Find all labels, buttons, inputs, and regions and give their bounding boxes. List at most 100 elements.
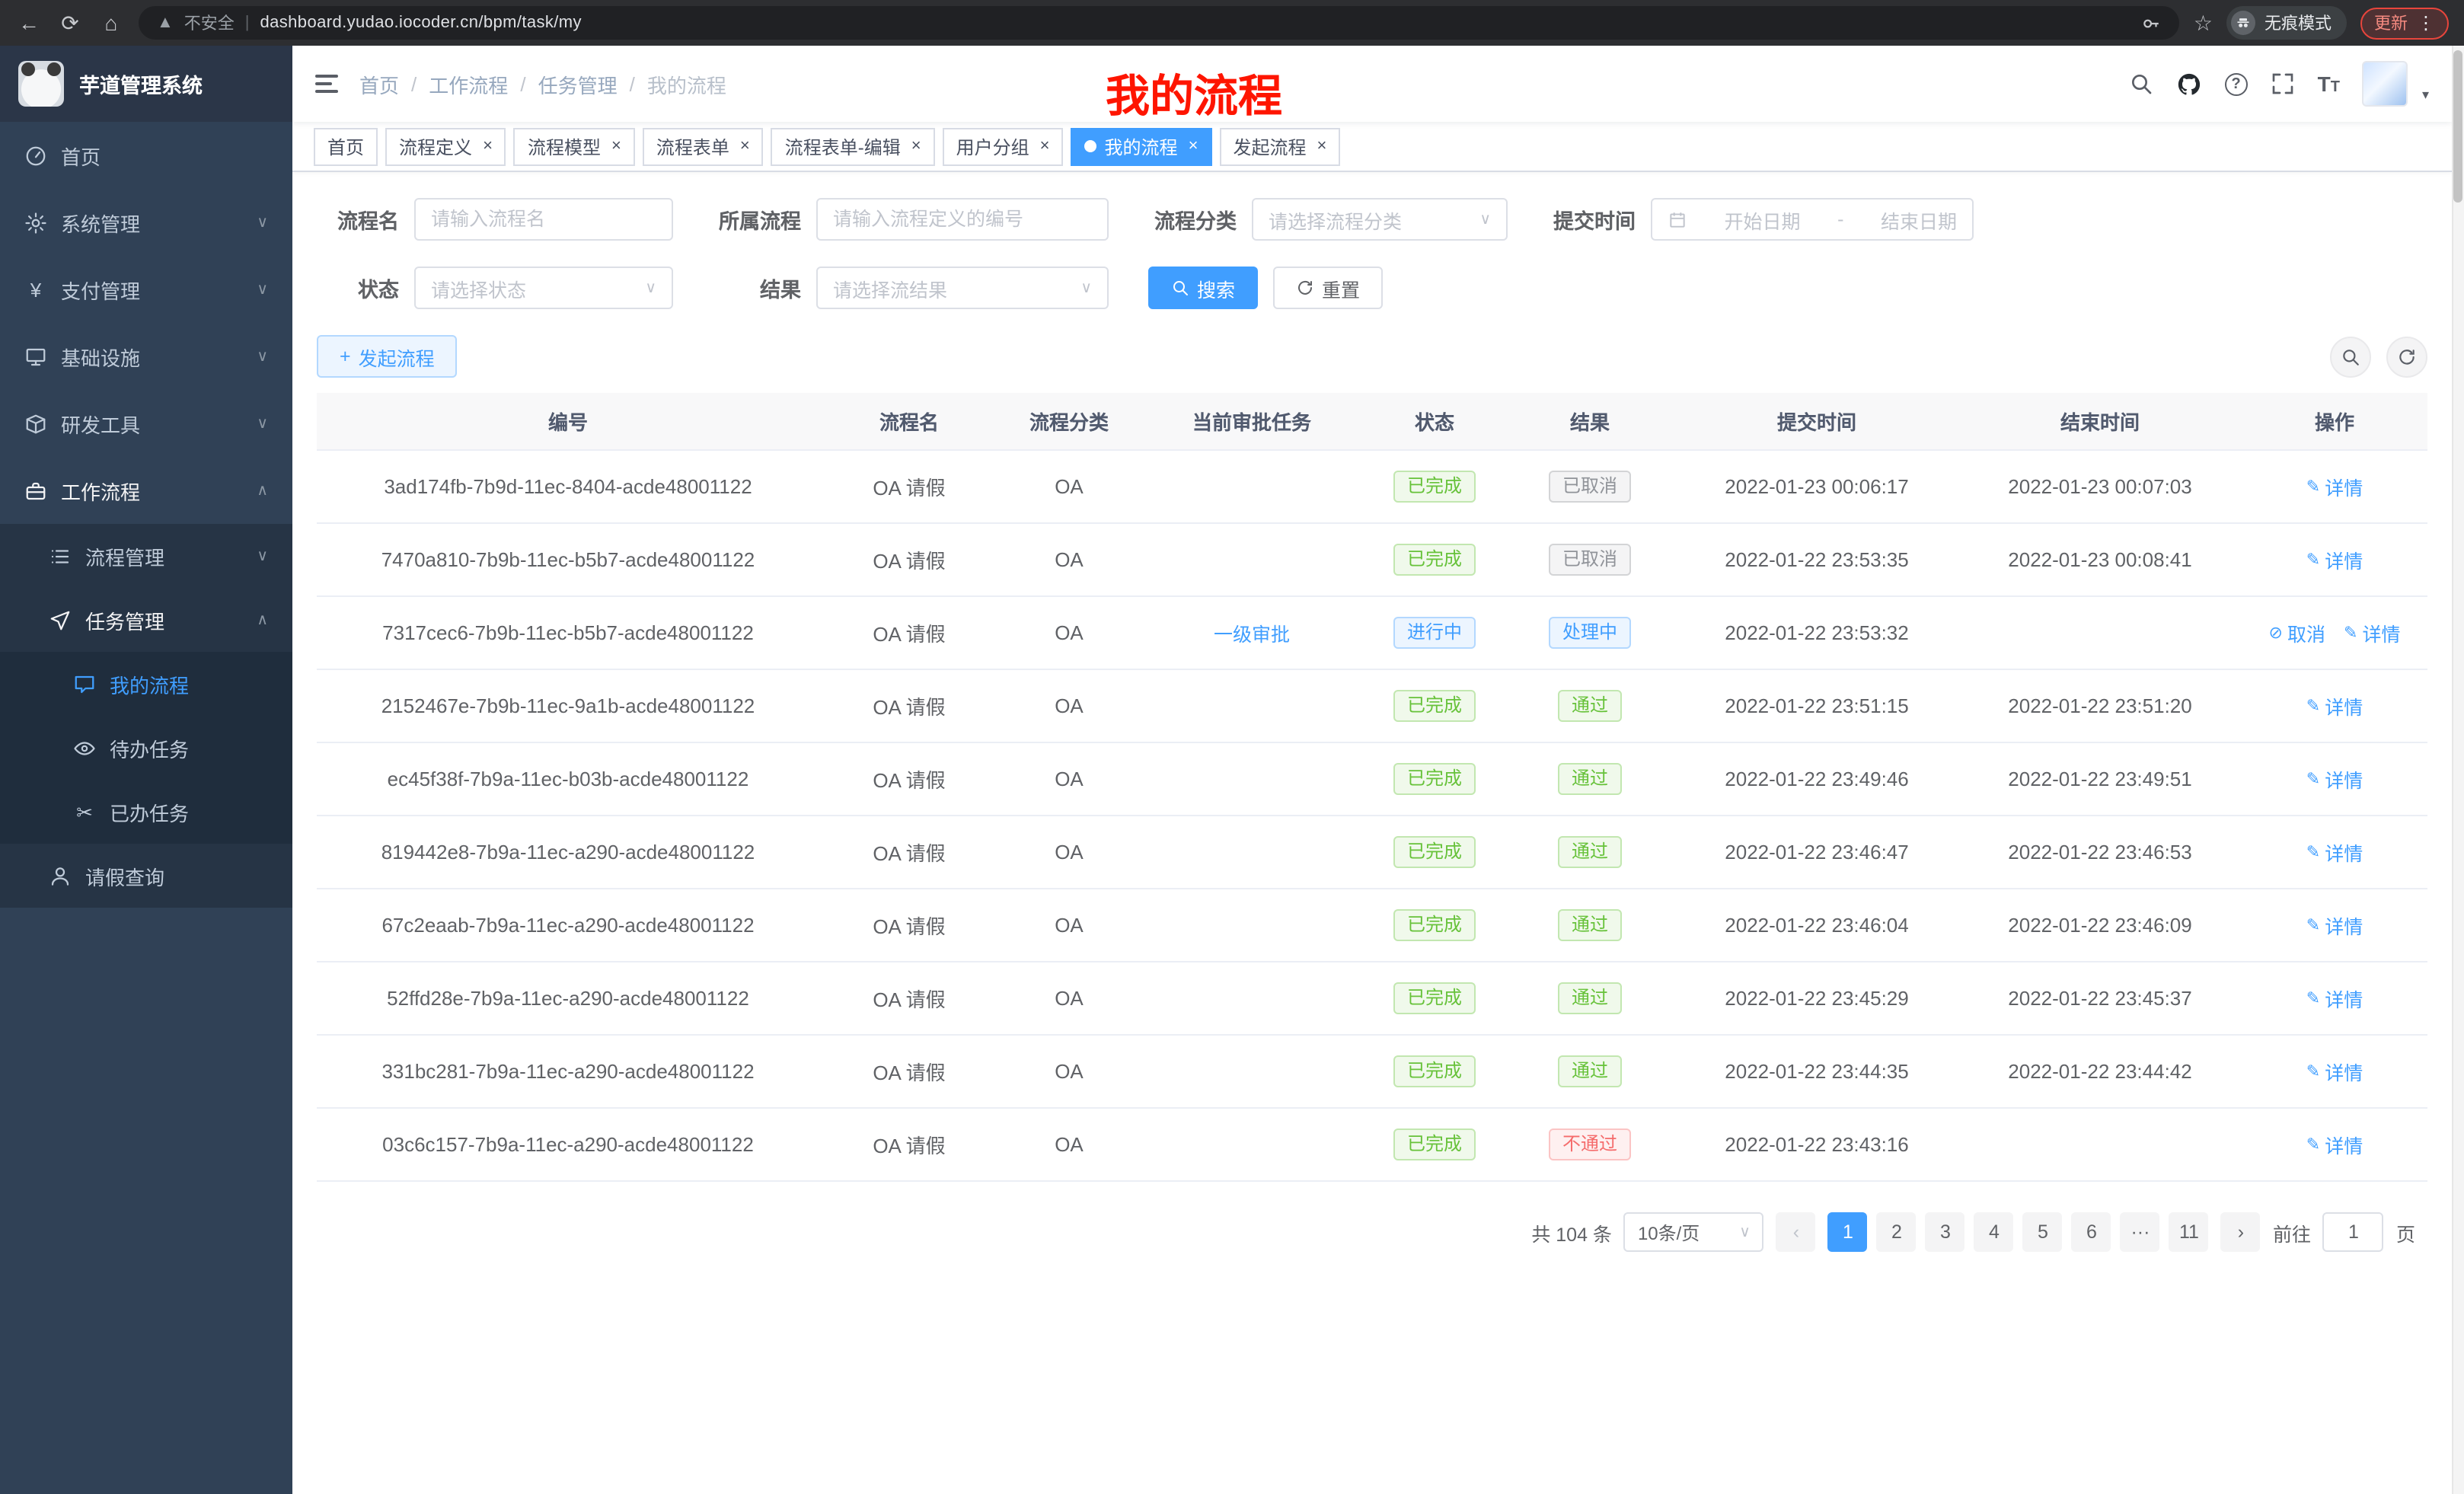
sidebar-item-home[interactable]: 首页 — [0, 122, 292, 189]
detail-action-link[interactable]: ✎详情 — [2306, 1057, 2363, 1086]
cell-category: OA — [999, 475, 1139, 498]
cell-status: 已完成 — [1364, 1128, 1505, 1160]
tab-home[interactable]: 首页 — [314, 127, 378, 165]
hamburger-icon[interactable] — [315, 75, 338, 93]
table-row[interactable]: 7317cec6-7b9b-11ec-b5b7-acde48001122 OA … — [317, 597, 2427, 670]
browser-update-button[interactable]: 更新 ⋮ — [2360, 7, 2449, 39]
app-logo[interactable]: 芋道管理系统 — [0, 46, 292, 122]
current-task-link[interactable]: 一级审批 — [1214, 624, 1290, 646]
close-icon[interactable]: × — [1040, 137, 1050, 155]
table-row[interactable]: 52ffd28e-7b9a-11ec-a290-acde48001122 OA … — [317, 962, 2427, 1036]
category-select[interactable]: 请选择流程分类 ∨ — [1252, 198, 1508, 241]
close-icon[interactable]: × — [740, 137, 750, 155]
table-row[interactable]: 2152467e-7b9b-11ec-9a1b-acde48001122 OA … — [317, 670, 2427, 743]
table-row[interactable]: ec45f38f-7b9a-11ec-b03b-acde48001122 OA … — [317, 743, 2427, 816]
sidebar-item-infra[interactable]: 基础设施 ∨ — [0, 323, 292, 390]
key-icon[interactable] — [2142, 13, 2162, 33]
table-row[interactable]: 819442e8-7b9a-11ec-a290-acde48001122 OA … — [317, 816, 2427, 889]
reset-button[interactable]: 重置 — [1273, 267, 1383, 309]
browser-refresh-icon[interactable]: ⟳ — [56, 9, 84, 37]
detail-action-link[interactable]: ✎详情 — [2344, 618, 2400, 647]
pagination-page-1[interactable]: 1 — [1828, 1212, 1868, 1252]
tab-process-model[interactable]: 流程模型× — [514, 127, 635, 165]
goto-page-input[interactable] — [2323, 1212, 2384, 1252]
help-icon[interactable]: ? — [2225, 72, 2248, 95]
bookmark-star-icon[interactable]: ☆ — [2194, 10, 2213, 36]
browser-menu-icon[interactable]: ⋮ — [2417, 12, 2435, 34]
sidebar-item-leave-query[interactable]: 请假查询 — [0, 844, 292, 908]
user-icon — [49, 864, 72, 887]
process-def-field[interactable] — [816, 198, 1109, 241]
toggle-search-button[interactable] — [2330, 336, 2371, 377]
sidebar-item-system[interactable]: 系统管理 ∨ — [0, 189, 292, 256]
sidebar-item-payment[interactable]: ¥ 支付管理 ∨ — [0, 256, 292, 323]
pagination-page-4[interactable]: 4 — [1974, 1212, 2014, 1252]
date-range-picker[interactable]: 开始日期 - 结束日期 — [1651, 198, 1974, 241]
detail-action-link[interactable]: ✎详情 — [2306, 691, 2363, 720]
scrollbar[interactable] — [2452, 46, 2464, 1494]
detail-action-link[interactable]: ✎详情 — [2306, 545, 2363, 574]
close-icon[interactable]: × — [483, 137, 493, 155]
pagination-page-11[interactable]: 11 — [2169, 1212, 2209, 1252]
incognito-badge[interactable]: 无痕模式 — [2226, 6, 2347, 40]
detail-action-link[interactable]: ✎详情 — [2306, 911, 2363, 940]
pagination-next-button[interactable]: › — [2221, 1212, 2261, 1252]
pagination-page-3[interactable]: 3 — [1926, 1212, 1965, 1252]
refresh-table-button[interactable] — [2386, 336, 2427, 377]
tab-process-form-edit[interactable]: 流程表单-编辑× — [771, 127, 935, 165]
detail-action-link[interactable]: ✎详情 — [2306, 984, 2363, 1013]
detail-action-link[interactable]: ✎详情 — [2306, 472, 2363, 501]
sidebar-item-todo-tasks[interactable]: 待办任务 — [0, 716, 292, 780]
table-row[interactable]: 67c2eaab-7b9a-11ec-a290-acde48001122 OA … — [317, 889, 2427, 962]
sidebar-item-workflow[interactable]: 工作流程 ∧ — [0, 457, 292, 524]
close-icon[interactable]: × — [1317, 137, 1326, 155]
close-icon[interactable]: × — [911, 137, 921, 155]
sidebar-item-done-tasks[interactable]: ✂ 已办任务 — [0, 780, 292, 844]
start-process-button[interactable]: + 发起流程 — [317, 335, 458, 378]
browser-home-icon[interactable]: ⌂ — [97, 9, 125, 37]
font-size-icon[interactable]: TT — [2318, 72, 2340, 96]
pagination-page-2[interactable]: 2 — [1877, 1212, 1917, 1252]
avatar[interactable] — [2363, 61, 2408, 107]
fullscreen-icon[interactable] — [2271, 72, 2295, 96]
detail-action-link[interactable]: ✎详情 — [2306, 1130, 2363, 1159]
sidebar-item-my-process[interactable]: 我的流程 — [0, 652, 292, 716]
search-icon[interactable] — [2129, 72, 2153, 96]
scrollbar-thumb[interactable] — [2453, 50, 2462, 203]
table-row[interactable]: 7470a810-7b9b-11ec-b5b7-acde48001122 OA … — [317, 524, 2427, 597]
sidebar-item-devtools[interactable]: 研发工具 ∨ — [0, 390, 292, 457]
breadcrumb-workflow[interactable]: 工作流程 — [429, 69, 508, 98]
breadcrumb-home[interactable]: 首页 — [359, 69, 399, 98]
result-select[interactable]: 请选择流结果 ∨ — [816, 267, 1109, 309]
process-name-input[interactable] — [431, 209, 656, 230]
sidebar-item-task-mgmt[interactable]: 任务管理 ∧ — [0, 588, 292, 652]
table-row[interactable]: 331bc281-7b9a-11ec-a290-acde48001122 OA … — [317, 1036, 2427, 1109]
breadcrumb-task-mgmt[interactable]: 任务管理 — [538, 69, 618, 98]
tab-start-process[interactable]: 发起流程× — [1219, 127, 1340, 165]
tab-process-form[interactable]: 流程表单× — [643, 127, 764, 165]
close-icon[interactable]: × — [1189, 137, 1198, 155]
table-row[interactable]: 03c6c157-7b9a-11ec-a290-acde48001122 OA … — [317, 1109, 2427, 1182]
tab-user-group[interactable]: 用户分组× — [943, 127, 1064, 165]
table-row[interactable]: 3ad174fb-7b9d-11ec-8404-acde48001122 OA … — [317, 451, 2427, 524]
detail-action-link[interactable]: ✎详情 — [2306, 838, 2363, 867]
tab-process-definition[interactable]: 流程定义× — [385, 127, 506, 165]
detail-action-link[interactable]: ✎详情 — [2306, 765, 2363, 793]
browser-back-icon[interactable]: ← — [15, 9, 43, 37]
status-select[interactable]: 请选择状态 ∨ — [414, 267, 673, 309]
process-name-field[interactable] — [414, 198, 673, 241]
avatar-caret-icon[interactable]: ▾ — [2422, 87, 2429, 107]
page-size-select[interactable]: 10条/页 ∨ — [1624, 1212, 1764, 1252]
github-icon[interactable] — [2176, 71, 2202, 97]
process-def-input[interactable] — [833, 209, 1092, 230]
cancel-action-link[interactable]: ⊘取消 — [2269, 618, 2325, 647]
pagination-page-5[interactable]: 5 — [2023, 1212, 2063, 1252]
sidebar-item-process-mgmt[interactable]: 流程管理 ∨ — [0, 524, 292, 588]
search-button[interactable]: 搜索 — [1148, 267, 1258, 309]
close-icon[interactable]: × — [611, 137, 621, 155]
pagination-more-icon[interactable]: ··· — [2121, 1212, 2160, 1252]
tab-my-process[interactable]: 我的流程× — [1071, 127, 1212, 165]
address-bar[interactable]: ▲ 不安全 | dashboard.yudao.iocoder.cn/bpm/t… — [139, 6, 2180, 40]
pagination-page-6[interactable]: 6 — [2072, 1212, 2111, 1252]
pagination-prev-button[interactable]: ‹ — [1776, 1212, 1816, 1252]
